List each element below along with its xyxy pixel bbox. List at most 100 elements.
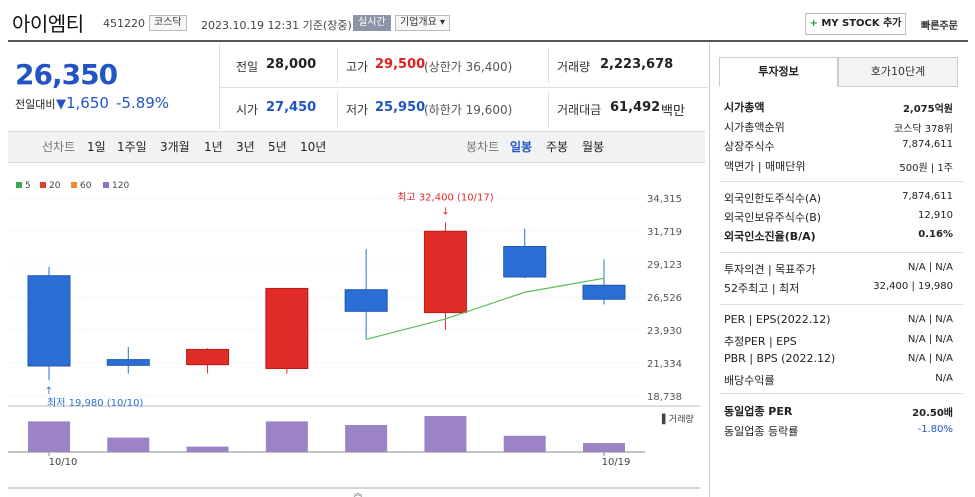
- divider: [548, 92, 549, 127]
- info-label: 배당수익률: [724, 373, 775, 387]
- period-3y[interactable]: 3년: [236, 138, 255, 155]
- candle-weekly[interactable]: 주봉: [546, 138, 568, 155]
- y-tick-label: 23,930: [647, 326, 682, 337]
- panel-divider: [720, 181, 963, 182]
- info-label: PER | EPS(2022.12): [724, 313, 831, 326]
- volume-bar: [28, 421, 70, 452]
- candle-body: [582, 284, 626, 300]
- candle-chart-label: 봉차트: [466, 140, 500, 154]
- candle-body: [503, 245, 547, 278]
- candle-body: [106, 359, 150, 366]
- prev-compare-label: 전일대비: [15, 98, 56, 111]
- candle-body: [186, 348, 230, 366]
- info-label: 시가총액순위: [724, 120, 785, 134]
- plus-icon: +: [809, 18, 818, 29]
- period-3m[interactable]: 3개월: [160, 138, 190, 155]
- panel-divider: [720, 393, 963, 394]
- amount-unit: 백만: [661, 104, 685, 119]
- info-label: 외국인소진율(B/A): [724, 230, 816, 243]
- prev-close-value: 28,000: [266, 57, 317, 72]
- low-value: 25,950: [375, 100, 426, 115]
- price-change-pct: -5.89%: [116, 94, 170, 112]
- stock-name: 아이엠티: [12, 12, 84, 36]
- volume-bar: [107, 437, 150, 452]
- divider: [337, 48, 338, 83]
- info-value: 12,910: [918, 210, 953, 221]
- price-change: ▼1,650: [56, 94, 109, 112]
- volume-value: 2,223,678: [600, 57, 674, 72]
- price-chart[interactable]: 34,315 31,719 29,123 26,526 23,930 21,334 18,7…: [0, 190, 708, 497]
- info-value: N/A | N/A: [907, 353, 953, 364]
- info-label: 동일업종 PER: [724, 405, 793, 418]
- low-label: 저가: [346, 103, 369, 117]
- period-1w[interactable]: 1주일: [117, 138, 147, 155]
- y-tick-label: 34,315: [647, 194, 682, 205]
- info-value: 32,400 | 19,980: [873, 281, 953, 292]
- info-value: 20.50배: [912, 408, 953, 419]
- period-10y[interactable]: 10년: [300, 138, 326, 155]
- volume-bar: [424, 416, 467, 452]
- min-annotation: 최저 19,980 (10/10): [47, 397, 143, 409]
- price-change-value: 1,650: [66, 94, 109, 112]
- info-value: 코스닥 378위: [893, 123, 953, 135]
- company-info-label: 기업개요: [400, 17, 437, 28]
- candle-body: [423, 230, 467, 314]
- chevron-down-icon: ▾: [440, 17, 446, 28]
- y-tick-label: 29,123: [647, 260, 682, 271]
- period-5y[interactable]: 5년: [268, 138, 287, 155]
- info-value: 500원 | 1주: [899, 162, 953, 174]
- quote-datetime: 2023.10.19 12:31 기준(장중): [201, 19, 352, 32]
- divider: [548, 48, 549, 83]
- high-value: 29,500: [375, 57, 426, 72]
- volume-bar: [186, 446, 229, 452]
- info-label: 투자의견 | 목표주가: [724, 263, 816, 276]
- candle-monthly[interactable]: 월봉: [582, 138, 604, 155]
- upper-limit: (상한가 36,400): [424, 60, 513, 74]
- period-1y[interactable]: 1년: [204, 138, 223, 155]
- volume-bar: [583, 443, 625, 452]
- add-mystock-button[interactable]: + MY STOCK 추가: [805, 13, 906, 35]
- info-label: 동일업종 등락률: [724, 424, 799, 438]
- info-value: 0.16%: [918, 229, 953, 240]
- down-arrow-icon: ▼: [56, 97, 66, 112]
- lower-limit: (하한가 19,600): [424, 103, 513, 117]
- divider: [337, 92, 338, 127]
- stock-code: 451220: [103, 17, 145, 30]
- high-label: 고가: [346, 60, 369, 74]
- expand-chevron-icon: ︽: [353, 489, 362, 497]
- company-info-dropdown[interactable]: 기업개요 ▾: [395, 15, 451, 31]
- info-label: 추정PER | EPS: [724, 334, 797, 348]
- info-label: 52주최고 | 최저: [724, 282, 800, 295]
- info-label: 상장주식수: [724, 140, 775, 153]
- x-tick-label: 10/10: [49, 457, 78, 468]
- add-mystock-label: MY STOCK 추가: [821, 18, 902, 29]
- info-value: N/A: [935, 372, 953, 384]
- tab-invest-info[interactable]: 투자정보: [719, 57, 838, 87]
- quick-order-link[interactable]: 빠른주문: [921, 17, 958, 32]
- open-label: 시가: [236, 103, 259, 117]
- candle-body: [344, 289, 388, 312]
- volume-label: 거래량: [557, 60, 591, 74]
- max-annotation: 최고 32,400 (10/17): [397, 191, 493, 203]
- max-arrow-icon: ↓: [441, 206, 449, 217]
- info-label: 시가총액: [724, 101, 765, 114]
- candle-body: [27, 275, 71, 367]
- info-value: 2,075억원: [902, 104, 953, 115]
- legend-swatch: [40, 182, 46, 188]
- volume-label: ▌거래량: [661, 413, 694, 425]
- realtime-badge[interactable]: 실시간: [353, 15, 391, 31]
- y-tick-label: 31,719: [647, 227, 682, 238]
- info-value: N/A | N/A: [907, 314, 953, 325]
- info-value: N/A | N/A: [907, 262, 953, 273]
- header-divider: [8, 40, 968, 42]
- market-badge: 코스닥: [149, 15, 187, 31]
- info-value: N/A | N/A: [907, 333, 953, 345]
- open-value: 27,450: [266, 100, 317, 115]
- min-arrow-icon: ↑: [45, 386, 53, 397]
- tab-orderbook[interactable]: 호가10단계: [838, 57, 958, 87]
- amount-label: 거래대금: [557, 103, 602, 117]
- candle-daily[interactable]: 일봉: [510, 138, 532, 155]
- period-1d[interactable]: 1일: [87, 138, 106, 155]
- info-value: 7,874,611: [902, 191, 953, 202]
- info-label: PBR | BPS (2022.12): [724, 352, 836, 365]
